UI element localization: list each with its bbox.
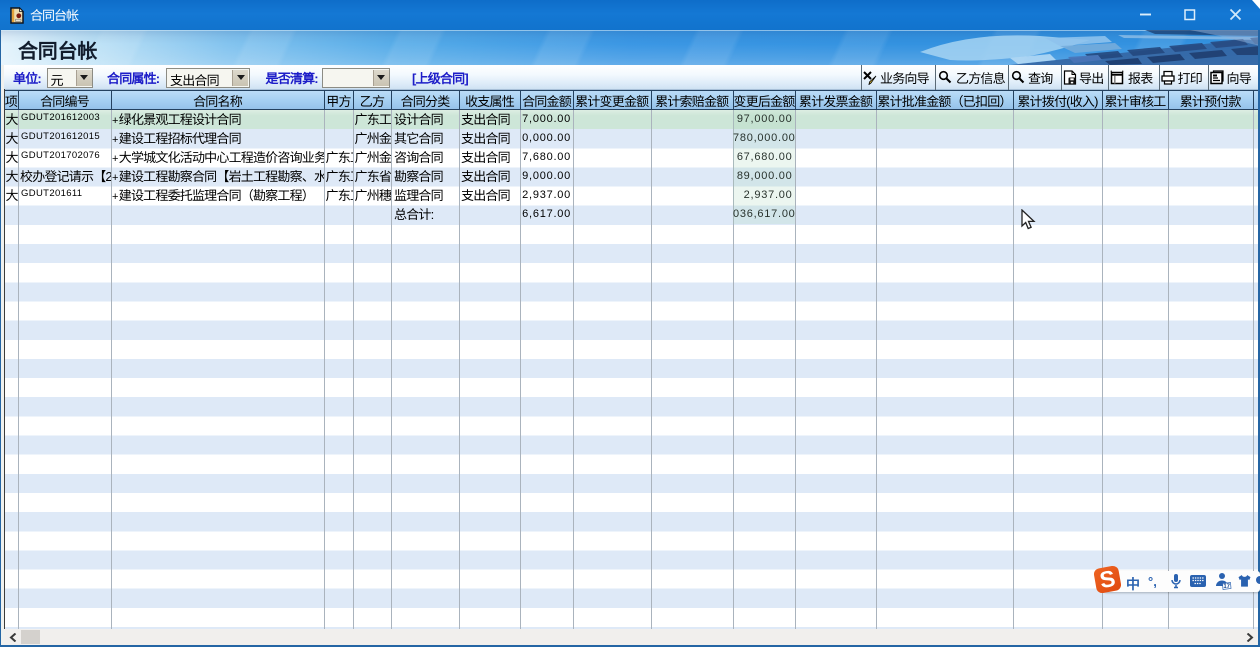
svg-text:17: 17 [1223, 584, 1230, 590]
